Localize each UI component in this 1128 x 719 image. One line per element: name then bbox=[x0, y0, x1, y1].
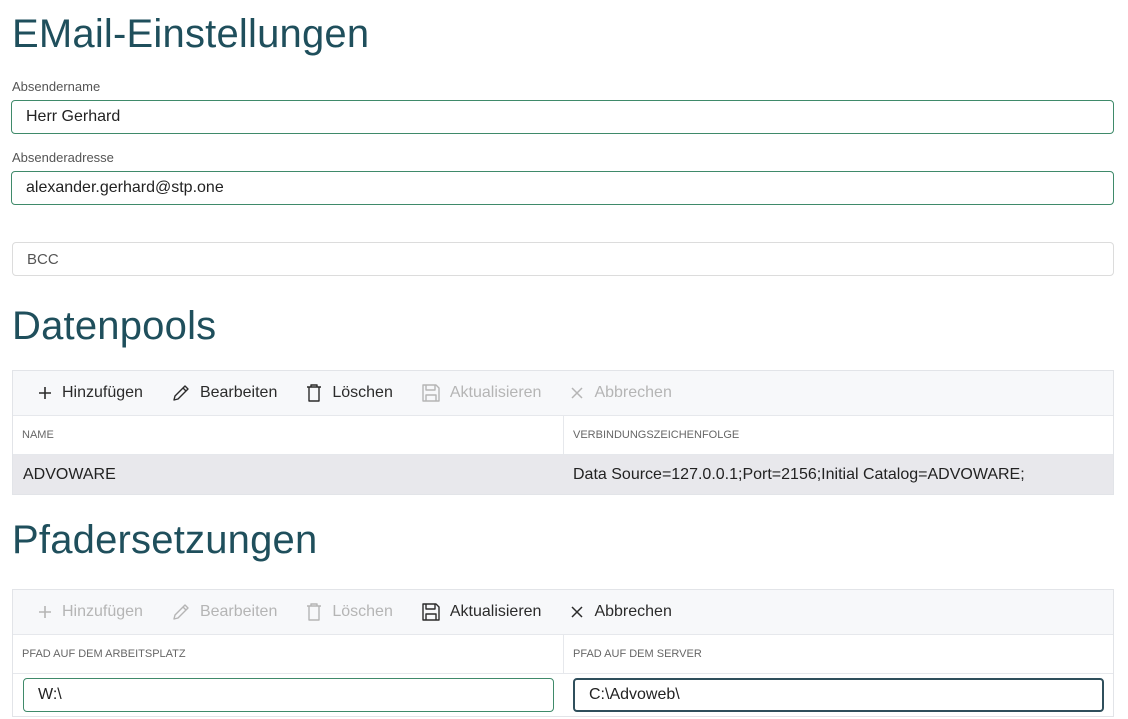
pencil-icon bbox=[173, 604, 189, 620]
datapools-header-row: NAME VERBINDUNGSZEICHENFOLGE bbox=[13, 416, 1113, 455]
paths-delete-button[interactable]: Löschen bbox=[305, 602, 393, 622]
paths-cancel-label: Abbrechen bbox=[594, 603, 672, 620]
table-row bbox=[13, 674, 1113, 716]
table-row[interactable]: ADVOWARE Data Source=127.0.0.1;Port=2156… bbox=[13, 455, 1113, 494]
datapools-delete-label: Löschen bbox=[332, 384, 393, 401]
paths-cancel-button[interactable]: Abbrechen bbox=[569, 603, 672, 621]
server-path-input[interactable] bbox=[573, 678, 1104, 712]
datapools-cancel-button[interactable]: Abbrechen bbox=[569, 384, 672, 402]
datapools-edit-button[interactable]: Bearbeiten bbox=[171, 383, 277, 403]
paths-grid: Hinzufügen Bearbeiten Löschen Aktualisie… bbox=[12, 589, 1114, 717]
column-header-workstation-path[interactable]: PFAD AUF DEM ARBEITSPLATZ bbox=[13, 635, 564, 673]
datapools-delete-button[interactable]: Löschen bbox=[305, 383, 393, 403]
sender-address-value: alexander.gerhard@stp.one bbox=[26, 179, 224, 196]
datapool-name-cell: ADVOWARE bbox=[23, 465, 116, 483]
paths-header-row: PFAD AUF DEM ARBEITSPLATZ PFAD AUF DEM S… bbox=[13, 635, 1113, 674]
bcc-field[interactable]: BCC bbox=[12, 242, 1114, 276]
paths-delete-label: Löschen bbox=[332, 603, 393, 620]
close-icon bbox=[571, 387, 583, 399]
sender-name-label: Absendername bbox=[12, 79, 101, 94]
paths-add-button[interactable]: Hinzufügen bbox=[37, 603, 143, 621]
datapools-title: Datenpools bbox=[12, 304, 217, 348]
path-replacements-title: Pfadersetzungen bbox=[12, 518, 318, 562]
close-icon bbox=[571, 606, 583, 618]
sender-address-label: Absenderadresse bbox=[12, 150, 114, 165]
datapools-grid: Hinzufügen Bearbeiten Löschen Aktualisie… bbox=[12, 370, 1114, 495]
paths-edit-label: Bearbeiten bbox=[199, 603, 278, 620]
save-icon bbox=[422, 384, 440, 402]
datapools-cancel-label: Abbrechen bbox=[594, 384, 672, 401]
sender-name-field[interactable]: Herr Gerhard bbox=[11, 100, 1114, 134]
sender-address-field[interactable]: alexander.gerhard@stp.one bbox=[11, 171, 1114, 205]
column-header-server-path[interactable]: PFAD AUF DEM SERVER bbox=[564, 635, 1113, 673]
datapools-add-label: Hinzufügen bbox=[62, 384, 143, 401]
bcc-placeholder: BCC bbox=[27, 250, 59, 268]
pencil-icon bbox=[173, 385, 189, 401]
paths-toolbar: Hinzufügen Bearbeiten Löschen Aktualisie… bbox=[13, 590, 1113, 635]
workstation-path-cell bbox=[13, 674, 564, 716]
server-path-cell bbox=[564, 674, 1113, 716]
datapools-update-label: Aktualisieren bbox=[449, 384, 542, 401]
sender-name-value: Herr Gerhard bbox=[26, 108, 121, 125]
workstation-path-input[interactable] bbox=[23, 678, 554, 712]
datapool-connection-cell: Data Source=127.0.0.1;Port=2156;Initial … bbox=[573, 465, 1025, 483]
column-header-connection-string[interactable]: VERBINDUNGSZEICHENFOLGE bbox=[564, 416, 1113, 454]
save-icon bbox=[422, 603, 440, 621]
trash-icon bbox=[307, 603, 322, 621]
plus-icon bbox=[39, 387, 51, 399]
datapools-edit-label: Bearbeiten bbox=[199, 384, 278, 401]
paths-add-label: Hinzufügen bbox=[62, 603, 143, 620]
datapools-add-button[interactable]: Hinzufügen bbox=[37, 384, 143, 402]
paths-edit-button[interactable]: Bearbeiten bbox=[171, 602, 277, 622]
datapools-toolbar: Hinzufügen Bearbeiten Löschen Aktualisie… bbox=[13, 371, 1113, 416]
paths-update-label: Aktualisieren bbox=[449, 603, 542, 620]
datapools-update-button[interactable]: Aktualisieren bbox=[421, 383, 542, 403]
column-header-name[interactable]: NAME bbox=[13, 416, 564, 454]
plus-icon bbox=[39, 606, 51, 618]
paths-update-button[interactable]: Aktualisieren bbox=[421, 602, 542, 622]
email-settings-title: EMail-Einstellungen bbox=[12, 12, 370, 56]
trash-icon bbox=[307, 384, 322, 402]
